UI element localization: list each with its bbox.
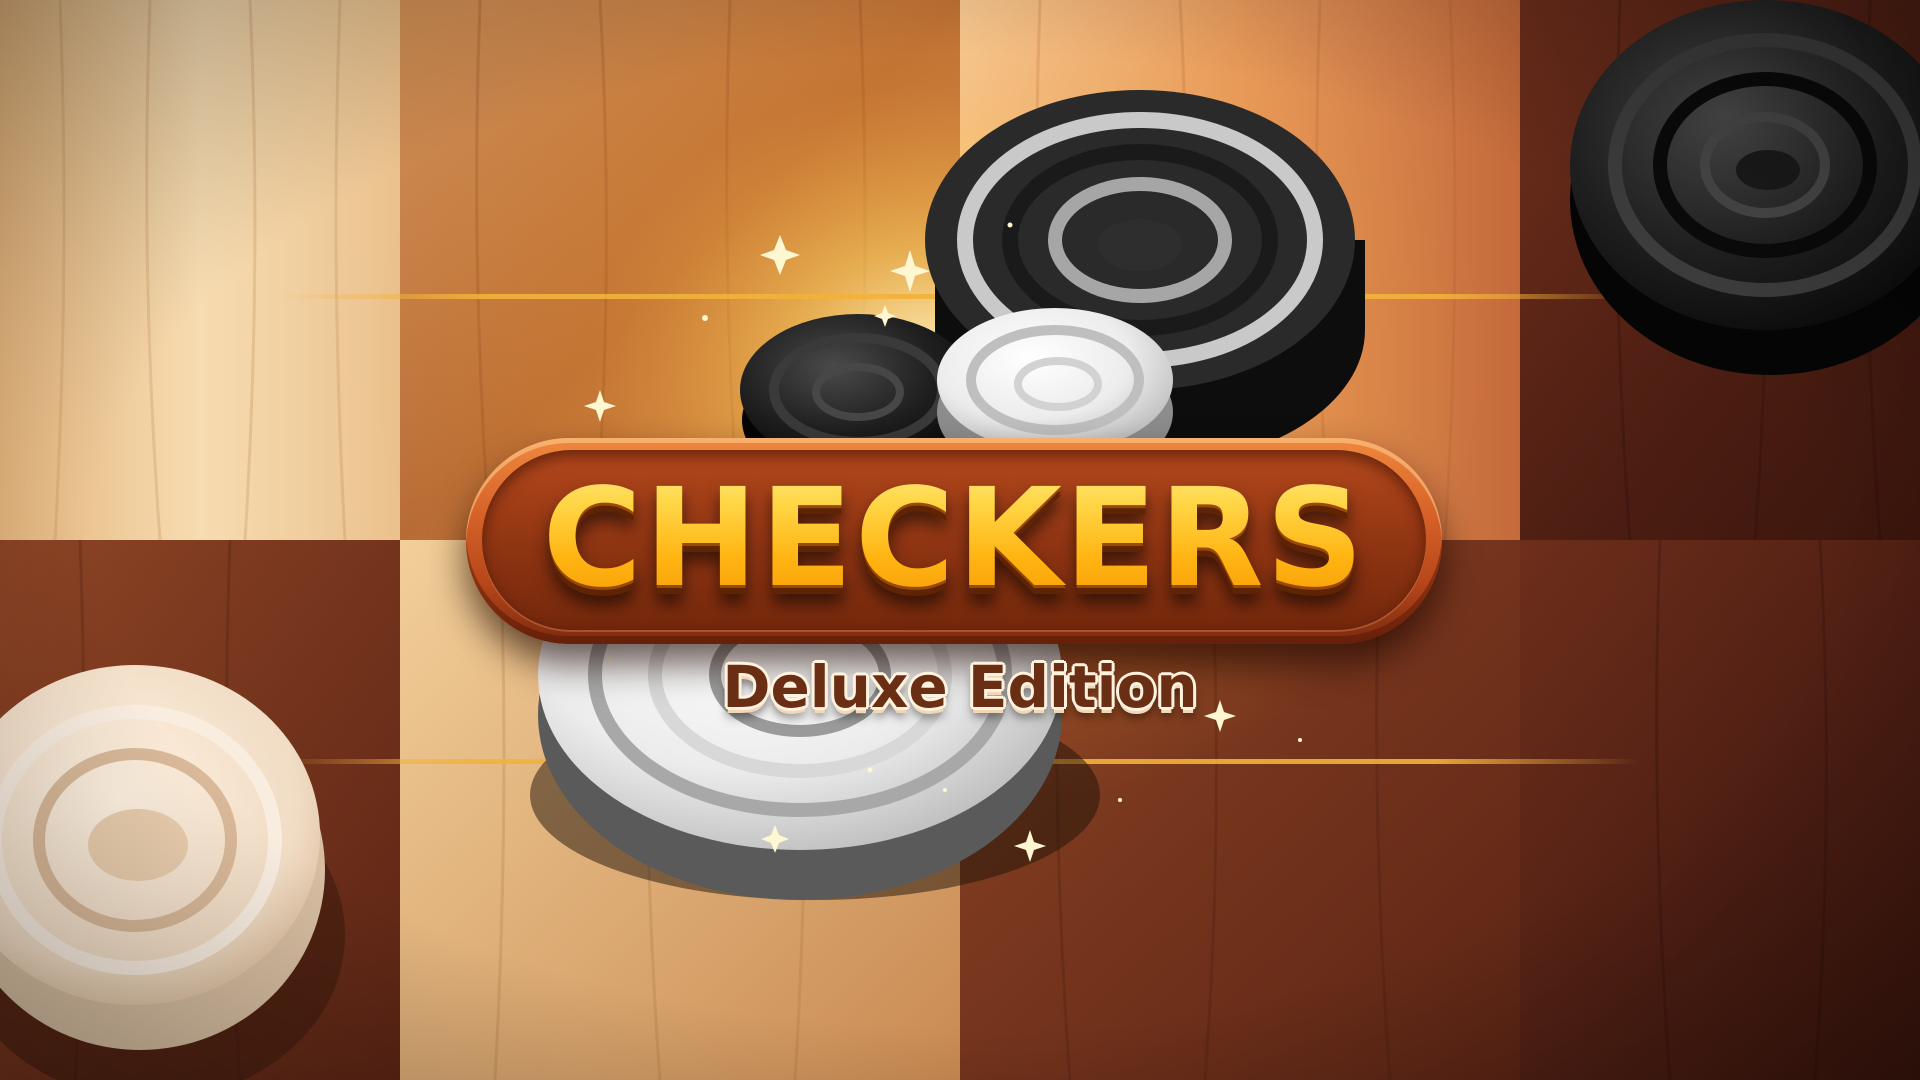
title-banner: CHECKERS [466,438,1442,644]
game-subtitle: Deluxe Edition [722,653,1198,721]
game-title: CHECKERS [466,438,1442,644]
